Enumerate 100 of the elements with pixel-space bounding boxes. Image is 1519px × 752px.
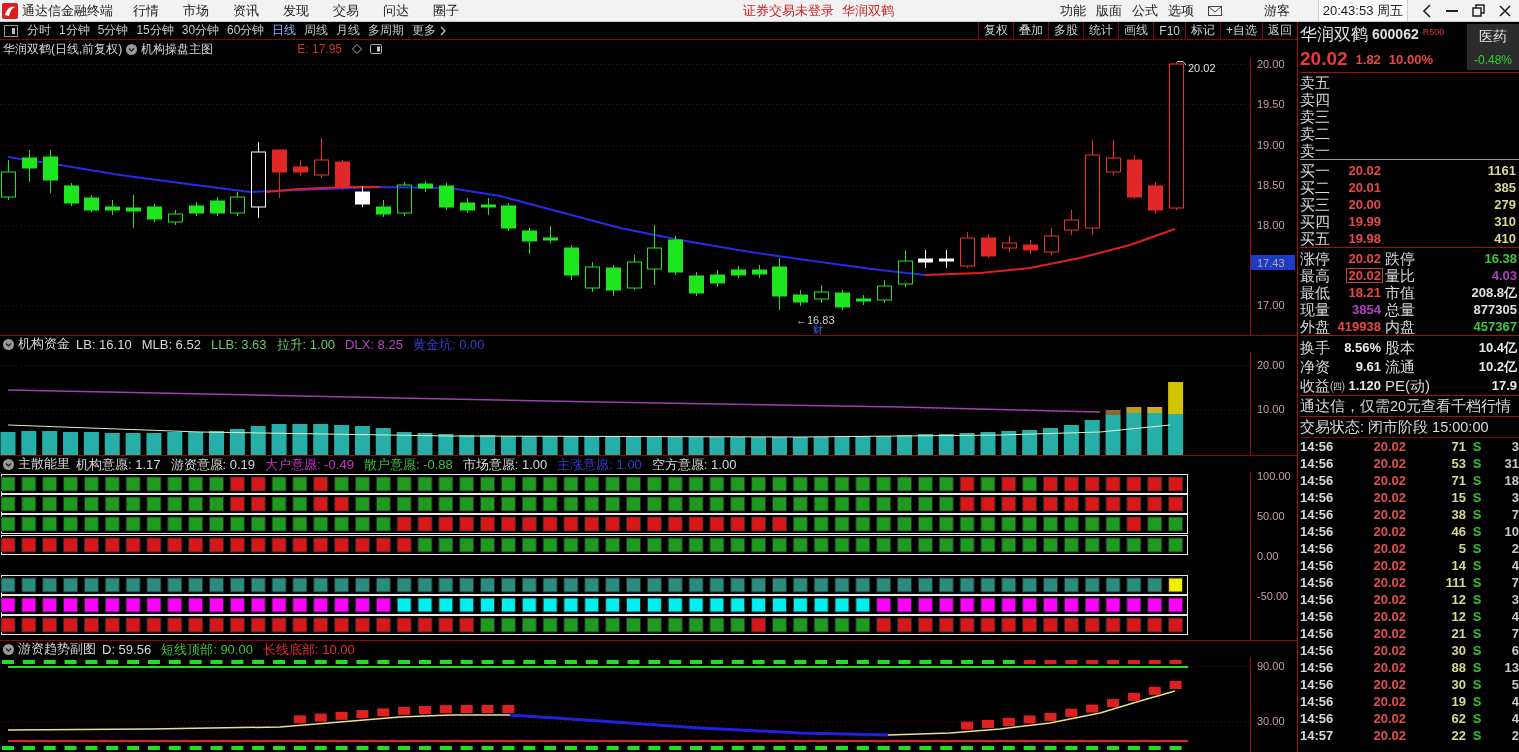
tick-side: S: [1471, 524, 1483, 539]
fund-bar: [1105, 410, 1121, 455]
promo-link[interactable]: 通达信，仅需20元查看千档行情: [1300, 396, 1512, 416]
period-tab[interactable]: 月线: [332, 22, 365, 39]
menu-item[interactable]: 发现: [283, 1, 309, 20]
period-tab[interactable]: 1分钟: [55, 22, 94, 39]
event-mark[interactable]: 财: [813, 324, 823, 335]
chevron-down-icon[interactable]: [126, 43, 138, 55]
tick-price: 20.02: [1372, 439, 1406, 454]
back-icon[interactable]: [1422, 3, 1432, 18]
bid-volume: 310: [1493, 214, 1517, 229]
fund-bar: [667, 437, 683, 455]
fund-bar: [313, 424, 329, 455]
period-tab[interactable]: 分时: [23, 22, 55, 39]
bid-price: 19.99: [1347, 214, 1382, 229]
candlestick: [522, 227, 537, 255]
tick-time: 14:56: [1300, 456, 1335, 471]
fund-bar: [104, 433, 120, 455]
candlestick: [272, 149, 287, 199]
trend-marker: [1107, 699, 1120, 708]
candlestick: [689, 271, 704, 297]
tick-count: 3: [1510, 490, 1519, 505]
candlestick: [64, 182, 79, 207]
candlestick: [293, 159, 308, 177]
tick-count: 5: [1510, 677, 1519, 692]
period-tab[interactable]: 5分钟: [93, 22, 133, 39]
fund-bar: [646, 437, 662, 455]
bid-level-label: 买五: [1300, 230, 1330, 247]
indicator-name[interactable]: 游资趋势副图: [18, 640, 96, 658]
chevron-down-icon[interactable]: [3, 338, 14, 350]
bid-price: 19.98: [1347, 231, 1382, 246]
more-button[interactable]: 更多: [408, 22, 451, 39]
axis-label: -50.00: [1257, 590, 1289, 602]
menu-item[interactable]: 资讯: [233, 1, 259, 20]
app-name: 通达信金融终端: [22, 1, 113, 20]
panel-toggle-icon[interactable]: [370, 44, 383, 54]
indicator-name[interactable]: 机构资金: [18, 335, 70, 353]
restore-icon[interactable]: [1472, 4, 1485, 17]
fund-bar: [250, 426, 266, 455]
tick-volume: 38: [1450, 507, 1466, 522]
menu-item[interactable]: 功能: [1059, 1, 1086, 20]
fund-bar: [688, 437, 704, 455]
close-icon[interactable]: [1499, 4, 1511, 17]
tick-price: 20.02: [1372, 660, 1406, 675]
user-label[interactable]: 游客: [1263, 1, 1290, 20]
sector-tile[interactable]: 医药 -0.48%: [1467, 24, 1519, 70]
indicator-value: 空方意愿: 1.00: [651, 456, 737, 472]
trend-marker: [1169, 681, 1182, 689]
quote-value: 10.4亿: [1477, 340, 1518, 355]
quote-value: 17.9: [1490, 378, 1518, 393]
price-change-percent: 10.00%: [1388, 51, 1433, 67]
fund-bar: [1126, 407, 1142, 455]
trade-status: 交易状态: 闭市阶段 15:00:00: [1300, 417, 1489, 437]
logo-icon: [2, 2, 18, 19]
trend-marker: [502, 705, 515, 713]
candlestick: [147, 203, 162, 223]
login-notice[interactable]: 证券交易未登录: [743, 1, 834, 20]
period-tab[interactable]: 周线: [300, 22, 333, 39]
trend-marker: [1044, 712, 1057, 721]
fund-bar: [813, 437, 829, 455]
fund-bar: [1001, 431, 1017, 455]
menu-item[interactable]: 交易: [333, 1, 359, 20]
stock-link[interactable]: 华润双鹤: [842, 1, 894, 20]
period-tab[interactable]: 15分钟: [132, 22, 178, 39]
fund-bar: [417, 433, 433, 455]
indicator-value: 长线底部: 10.00: [262, 641, 355, 657]
period-tab[interactable]: 多周期: [364, 22, 409, 39]
indicator-name[interactable]: 机构操盘主图: [141, 40, 214, 58]
tick-time: 14:56: [1300, 558, 1335, 573]
chevron-down-icon[interactable]: [3, 643, 14, 655]
bid-volume: 410: [1493, 231, 1517, 246]
tick-price: 20.02: [1372, 524, 1406, 539]
indicator-name[interactable]: 主散能里: [18, 455, 70, 473]
mail-icon[interactable]: [1207, 5, 1222, 16]
chevron-down-icon[interactable]: [3, 458, 14, 470]
menu-item[interactable]: 市场: [183, 1, 209, 20]
menu-item[interactable]: 行情: [133, 1, 159, 20]
candlestick: [543, 225, 558, 244]
indicator-value: LLB: 3.63: [210, 336, 267, 352]
diamond-icon[interactable]: [352, 44, 363, 54]
candlestick: [960, 231, 975, 269]
period-tab[interactable]: 60分钟: [223, 22, 269, 39]
period-tab[interactable]: 日线: [268, 22, 301, 39]
menu-item[interactable]: 圈子: [433, 1, 459, 20]
bid-price: 20.02: [1347, 163, 1382, 178]
trend-marker: [439, 705, 452, 714]
indicator-value: 短线顶部: 90.00: [161, 641, 253, 657]
tick-count: 18: [1503, 473, 1519, 488]
indicator-value: 散户意愿: -0.88: [363, 456, 453, 472]
menu-item[interactable]: 选项: [1167, 1, 1194, 20]
candlestick: [126, 194, 141, 229]
menu-item[interactable]: 公式: [1131, 1, 1158, 20]
sidebar-toggle-icon[interactable]: [4, 24, 18, 37]
candlestick: [814, 284, 829, 304]
menu-item[interactable]: 版面: [1095, 1, 1122, 20]
minimize-icon[interactable]: [1446, 9, 1458, 12]
menu-item[interactable]: 问达: [383, 1, 409, 20]
period-tab[interactable]: 30分钟: [177, 22, 224, 39]
candlestick: [898, 249, 913, 288]
candlestick: [460, 197, 475, 214]
